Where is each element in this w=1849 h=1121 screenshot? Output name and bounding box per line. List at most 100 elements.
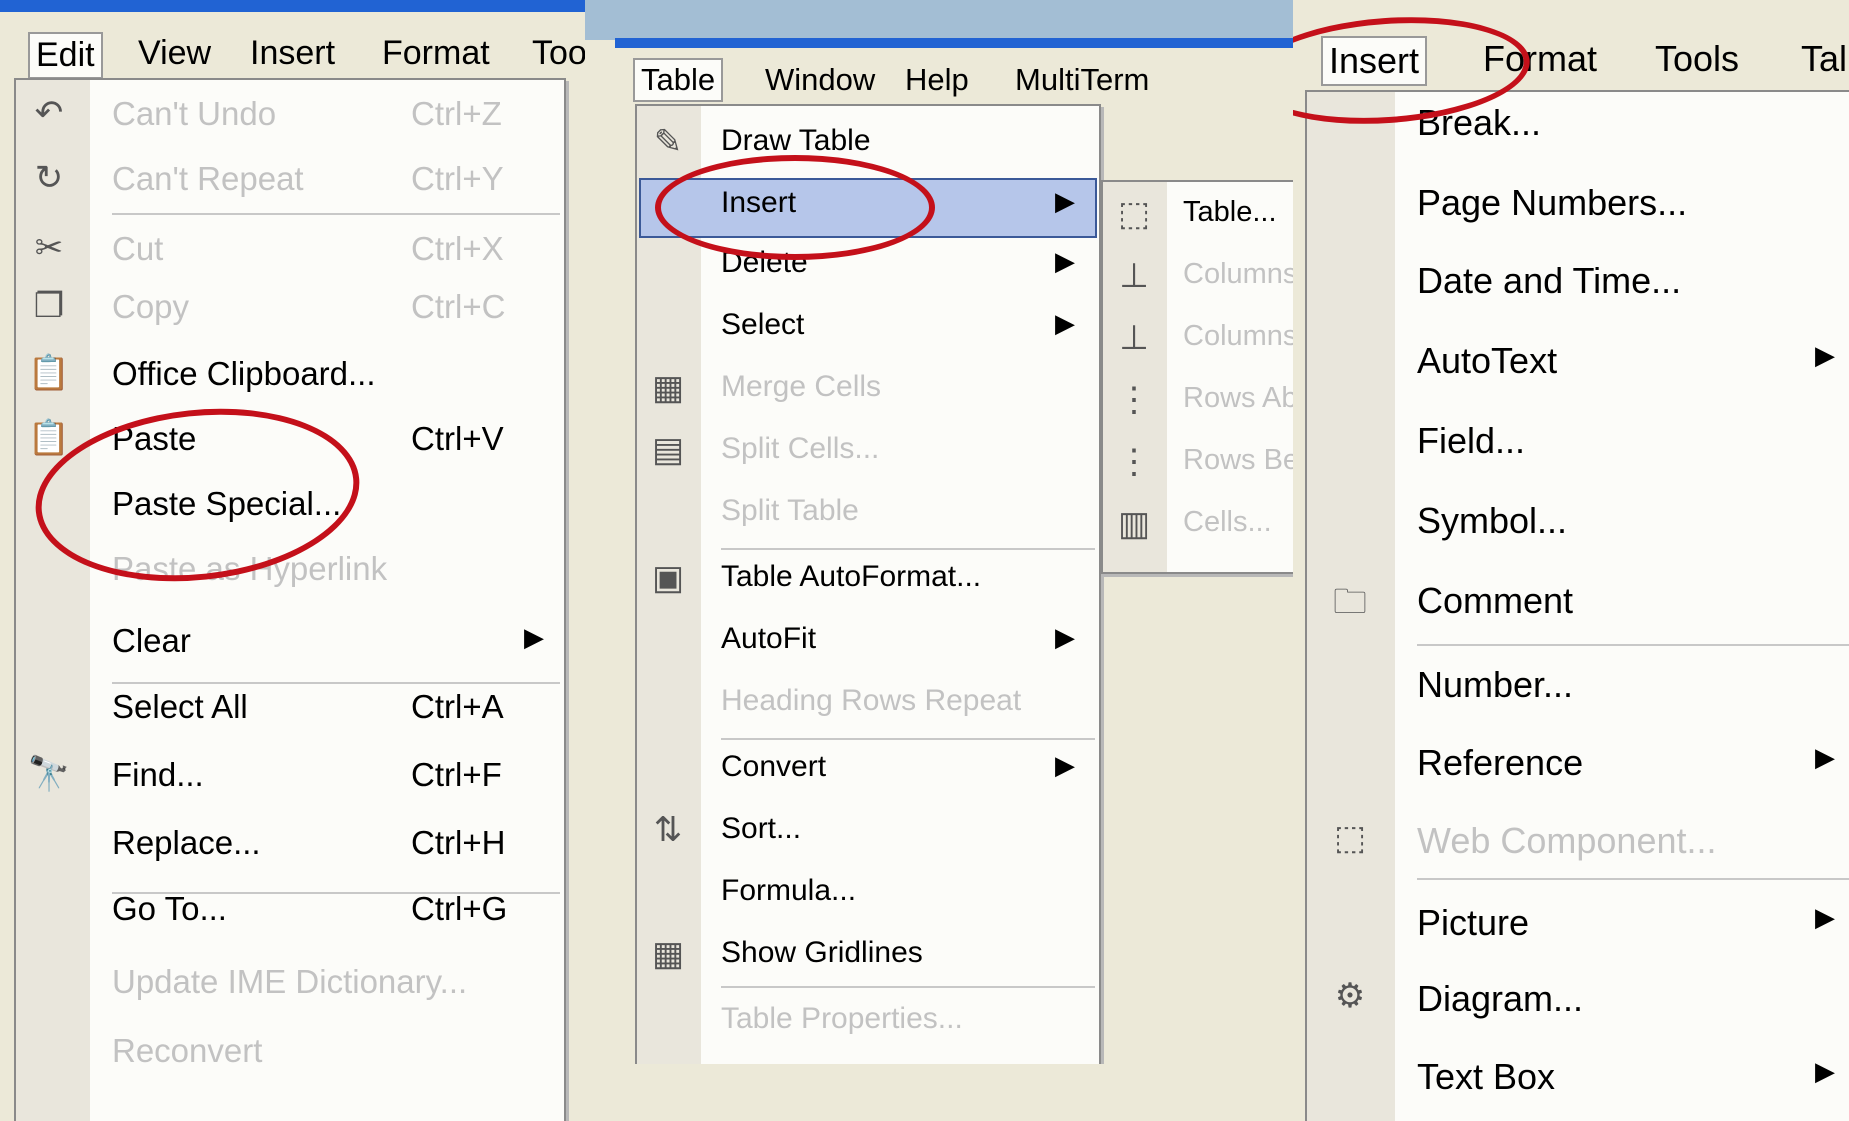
menu-window[interactable]: Window [765, 62, 875, 98]
menu-item-autotext[interactable]: AutoText ▶ [1307, 330, 1849, 390]
menu-item-label: Draw Table [721, 124, 871, 157]
menu-edit[interactable]: Edit [28, 32, 103, 79]
menu-item-label: Split Table [721, 494, 859, 527]
table-menubar: Table Window Help MultiTerm [615, 48, 1293, 108]
menu-item-label: Cut [112, 230, 164, 267]
menu-item-reference[interactable]: Reference ▶ [1307, 732, 1849, 792]
menu-item-number[interactable]: Number... [1307, 654, 1849, 714]
submenu-item-label: Rows Ab [1183, 382, 1293, 414]
menu-item-label: Web Component... [1417, 820, 1717, 861]
menu-item-autofit[interactable]: AutoFit ▶ [637, 612, 1099, 672]
submenu-arrow-icon: ▶ [1055, 622, 1075, 652]
desktop-strip [585, 0, 1293, 40]
submenu-item-columns-2: ⊥ Columns [1103, 310, 1293, 370]
menu-item-label: Formula... [721, 874, 857, 907]
menu-item-merge-cells: ▦ Merge Cells [637, 360, 1099, 420]
submenu-item-rows-ab-3: ⋮ Rows Ab [1103, 372, 1293, 432]
submenu-item-label: Columns [1183, 258, 1293, 290]
menu-item-label: Comment [1417, 580, 1574, 621]
menu-item-find[interactable]: 🔭 Find... Ctrl+F [16, 746, 564, 806]
title-bar [0, 0, 585, 12]
menu-item-label: Select All [112, 688, 248, 725]
edit-menu-panel: Edit View Insert Format Too ↶ Can't Undo C… [0, 0, 585, 1121]
menu-item-comment[interactable]: 🗀 Comment [1307, 570, 1849, 630]
menu-item-label: Picture [1417, 902, 1530, 943]
insert-cells-icon: ⊥ [1119, 319, 1149, 357]
menu-table[interactable]: Tal [1801, 38, 1847, 80]
menu-format[interactable]: Format [382, 34, 490, 73]
table-menu-panel: Table Window Help MultiTerm ✎ Draw Table I… [585, 0, 1293, 1121]
menu-item-symbol[interactable]: Symbol... [1307, 490, 1849, 550]
menu-separator [1417, 878, 1849, 880]
status-strip [585, 1064, 1293, 1121]
annotation-ellipse-insert [655, 155, 935, 260]
menu-separator [721, 986, 1095, 988]
insert-dropdown: Break... Page Numbers... Date and Time... A… [1305, 90, 1849, 1121]
menu-item-label: Table Properties... [721, 1002, 963, 1035]
paste-icon: 📋 [27, 419, 71, 457]
menu-item-text-box[interactable]: Text Box ▶ [1307, 1046, 1849, 1106]
submenu-arrow-icon: ▶ [1055, 246, 1075, 276]
diagram-icon: ⚙ [1334, 977, 1366, 1015]
menu-separator [112, 682, 560, 684]
menu-item-can-t-undo: ↶ Can't Undo Ctrl+Z [16, 85, 564, 145]
menu-separator [721, 548, 1095, 550]
submenu-item-rows-be-4: ⋮ Rows Be [1103, 434, 1293, 494]
menu-item-diagram[interactable]: ⚙ Diagram... [1307, 968, 1849, 1028]
repeat-icon: ↻ [34, 159, 64, 197]
menu-item-page-numbers[interactable]: Page Numbers... [1307, 172, 1849, 232]
menu-help[interactable]: Help [905, 62, 969, 98]
menu-item-table-properties: Table Properties... [637, 992, 1099, 1052]
menu-item-label: Find... [112, 756, 204, 793]
menu-tools[interactable]: Too [532, 34, 585, 73]
menu-item-shortcut: Ctrl+C [411, 288, 506, 325]
menu-item-label: Can't Undo [112, 95, 277, 132]
menu-table[interactable]: Table [633, 58, 724, 102]
menu-item-label: Copy [112, 288, 190, 325]
menu-item-select[interactable]: Select ▶ [637, 298, 1099, 358]
menu-item-label: Sort... [721, 812, 802, 845]
menu-item-heading-rows-repeat: Heading Rows Repeat [637, 674, 1099, 734]
menu-item-sort[interactable]: ⇅ Sort... [637, 802, 1099, 862]
menu-item-reconvert: Reconvert [16, 1022, 564, 1082]
menu-item-update-ime-dictionary: Update IME Dictionary... [16, 953, 564, 1013]
menu-view[interactable]: View [138, 34, 211, 73]
menu-item-label: Replace... [112, 824, 261, 861]
menu-item-shortcut: Ctrl+Z [411, 95, 502, 132]
menu-item-label: Update IME Dictionary... [112, 963, 468, 1000]
menu-item-replace[interactable]: Replace... Ctrl+H [16, 814, 564, 874]
menu-item-show-gridlines[interactable]: ▦ Show Gridlines [637, 926, 1099, 986]
submenu-item-label: Cells... [1183, 506, 1272, 538]
split-icon: ▤ [651, 431, 685, 469]
menu-separator [112, 892, 560, 894]
menu-item-label: Field... [1417, 420, 1526, 461]
menu-item-shortcut: Ctrl+H [411, 824, 506, 861]
menu-item-label: Select [721, 308, 805, 341]
pencil-icon: ✎ [653, 123, 683, 161]
menu-item-select-all[interactable]: Select All Ctrl+A [16, 678, 564, 738]
scissors-icon: ✂ [34, 229, 64, 267]
submenu-arrow-icon: ▶ [1055, 186, 1075, 216]
menu-item-formula[interactable]: Formula... [637, 864, 1099, 924]
menu-item-label: Can't Repeat [112, 160, 304, 197]
binoculars-icon: 🔭 [27, 755, 71, 793]
menu-insert[interactable]: Insert [250, 34, 335, 73]
menu-item-label: Merge Cells [721, 370, 882, 403]
menu-multiterm[interactable]: MultiTerm [1015, 62, 1149, 98]
menu-item-label: Page Numbers... [1417, 182, 1688, 223]
menu-item-shortcut: Ctrl+Y [411, 160, 504, 197]
undo-icon: ↶ [34, 94, 64, 132]
menu-item-go-to[interactable]: Go To... Ctrl+G [16, 880, 564, 940]
menu-item-office-clipboard[interactable]: 📋 Office Clipboard... [16, 345, 564, 405]
menu-item-clear[interactable]: Clear ▶ [16, 612, 564, 672]
menu-tools[interactable]: Tools [1655, 38, 1739, 80]
menu-item-picture[interactable]: Picture ▶ [1307, 892, 1849, 952]
menu-item-field[interactable]: Field... [1307, 410, 1849, 470]
submenu-item-table-0[interactable]: ⬚ Table... [1103, 186, 1293, 246]
menu-item-table-autoformat[interactable]: ▣ Table AutoFormat... [637, 550, 1099, 610]
menu-separator [721, 738, 1095, 740]
menu-item-cut: ✂ Cut Ctrl+X [16, 220, 564, 280]
merge-icon: ▦ [651, 369, 685, 407]
menu-item-date-and-time[interactable]: Date and Time... [1307, 250, 1849, 310]
menu-item-convert[interactable]: Convert ▶ [637, 740, 1099, 800]
